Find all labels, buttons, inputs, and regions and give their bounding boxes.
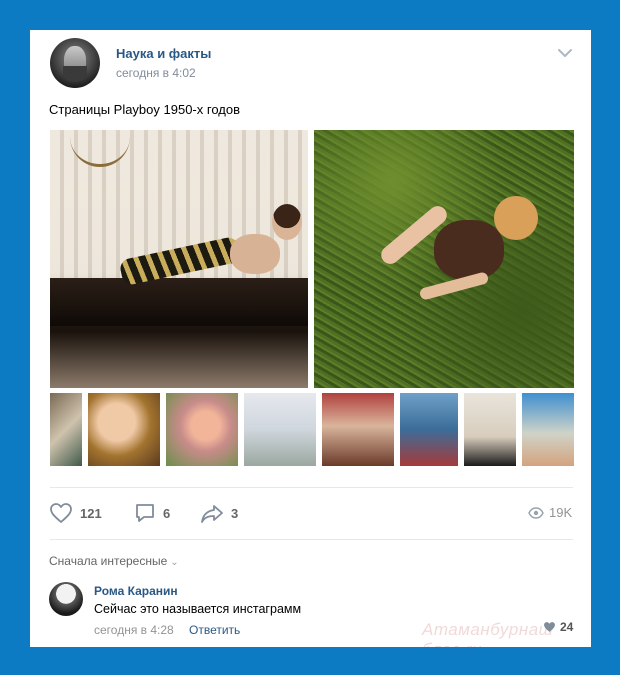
post-card: Наука и факты сегодня в 4:02 Страницы Pl…: [30, 30, 591, 647]
like-count: 121: [80, 505, 102, 521]
divider: [50, 487, 573, 488]
photo-thumb-5[interactable]: [322, 393, 394, 466]
photo-thumb-3[interactable]: [166, 393, 238, 466]
comment-text: Сейчас это называется инстаграмм: [94, 602, 302, 616]
photo-figure-body: [434, 220, 504, 280]
comment-author[interactable]: Рома Каранин: [94, 584, 178, 598]
share-icon: [201, 505, 223, 523]
share-button[interactable]: 3: [200, 502, 238, 524]
photo-thumb-7[interactable]: [464, 393, 516, 466]
photo-thumb-8[interactable]: [522, 393, 574, 466]
post-author[interactable]: Наука и факты: [116, 46, 211, 61]
like-button[interactable]: 121: [49, 502, 102, 524]
comment-like-count: 24: [560, 620, 574, 634]
share-count: 3: [231, 505, 239, 521]
comment-time[interactable]: сегодня в 4:28: [94, 623, 174, 637]
heart-icon: [50, 503, 72, 523]
commenter-avatar[interactable]: [49, 582, 83, 616]
heart-icon: [544, 622, 555, 632]
comment-button[interactable]: 6: [134, 502, 170, 524]
views-count: 19K: [549, 505, 573, 520]
photo-large-2[interactable]: [314, 130, 574, 388]
views-counter: 19K: [528, 505, 572, 520]
photo-thumb-6[interactable]: [400, 393, 458, 466]
comment-icon: [136, 504, 154, 522]
author-avatar[interactable]: [50, 38, 100, 88]
photo-thumb-1[interactable]: [50, 393, 82, 466]
reply-link[interactable]: Ответить: [189, 623, 240, 637]
photo-figure-body: [230, 234, 280, 274]
photo-thumb-2[interactable]: [88, 393, 160, 466]
comments-sort[interactable]: Сначала интересные ⌄: [49, 554, 179, 568]
divider: [50, 539, 573, 540]
comment-like-button[interactable]: 24: [543, 620, 573, 634]
chevron-down-icon[interactable]: [556, 46, 574, 60]
eye-icon: [528, 506, 544, 519]
photo-thumb-4[interactable]: [244, 393, 316, 466]
comment-count: 6: [163, 505, 171, 521]
photo-figure-head: [272, 204, 302, 240]
photo-figure-hair: [494, 196, 538, 240]
post-time[interactable]: сегодня в 4:02: [116, 66, 196, 80]
sort-label: Сначала интересные: [49, 554, 168, 568]
avatar-beard: [63, 66, 87, 82]
photo-sofa: [50, 278, 308, 326]
photo-large-1[interactable]: [50, 130, 308, 388]
post-text: Страницы Playboy 1950-х годов: [49, 102, 240, 117]
chevron-down-icon: ⌄: [170, 557, 179, 568]
